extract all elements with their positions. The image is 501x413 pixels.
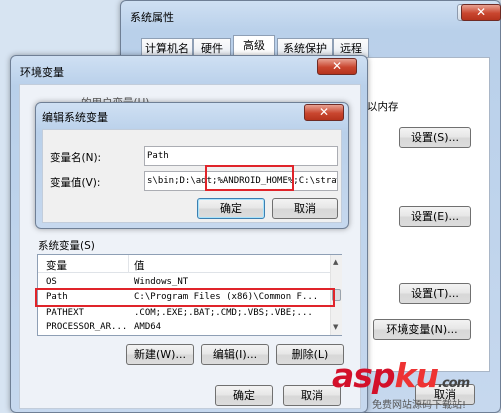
memory-side-text: 以内存 bbox=[367, 101, 399, 113]
list-header: 变量 值 bbox=[38, 255, 330, 273]
new-variable-button[interactable]: 新建(W)... bbox=[126, 344, 194, 365]
edit-dialog-title: 编辑系统变量 bbox=[42, 111, 108, 124]
column-header-variable[interactable]: 变量 bbox=[46, 258, 67, 273]
scroll-up-icon[interactable]: ▲ bbox=[333, 258, 338, 266]
android-home-highlight bbox=[205, 165, 294, 191]
user-profiles-settings-button[interactable]: 设置(E)... bbox=[399, 206, 471, 227]
watermark-brand3: .com bbox=[438, 376, 470, 391]
system-properties-close-button[interactable]: ✕ bbox=[461, 4, 501, 21]
edit-dialog-ok-button[interactable]: 确定 bbox=[197, 198, 265, 219]
environment-variables-close-button[interactable]: ✕ bbox=[317, 58, 357, 75]
performance-settings-button[interactable]: 设置(S)... bbox=[399, 127, 471, 148]
watermark-brand: asp bbox=[332, 356, 396, 395]
table-row[interactable]: PROCESSOR_AR... AMD64 bbox=[38, 320, 330, 334]
startup-settings-button[interactable]: 设置(T)... bbox=[399, 283, 471, 304]
row-variable-value: Windows_NT bbox=[134, 277, 189, 287]
watermark-logo: aspku.com bbox=[332, 356, 470, 395]
column-header-value[interactable]: 值 bbox=[134, 258, 145, 273]
environment-variables-ok-button[interactable]: 确定 bbox=[215, 385, 273, 406]
environment-variables-title: 环境变量 bbox=[20, 66, 64, 79]
edit-system-variable-dialog: 编辑系统变量 ✕ 变量名(N): Path 变量值(V): s\bin;D:\a… bbox=[35, 102, 349, 229]
row-variable-name: PATHEXT bbox=[46, 308, 84, 318]
environment-variables-button[interactable]: 环境变量(N)... bbox=[373, 319, 471, 340]
row-variable-value: AMD64 bbox=[134, 322, 162, 332]
watermark-slogan: 免费网站源码下载站! bbox=[372, 400, 467, 411]
table-row[interactable]: PATHEXT .COM;.EXE;.BAT;.CMD;.VBS;.VBE;..… bbox=[38, 306, 330, 320]
column-divider bbox=[128, 255, 129, 273]
system-variables-group-label: 系统变量(S) bbox=[38, 240, 95, 252]
row-variable-name: PROCESSOR_AR... bbox=[46, 322, 128, 332]
variable-name-label: 变量名(N): bbox=[50, 152, 102, 164]
row-variable-name: OS bbox=[46, 277, 57, 287]
path-row-highlight bbox=[35, 288, 335, 307]
scroll-down-icon[interactable]: ▼ bbox=[333, 323, 338, 331]
watermark-brand2: ku bbox=[394, 356, 439, 395]
value-text-before: s\bin;D:\adt bbox=[147, 176, 213, 186]
row-variable-value: .COM;.EXE;.BAT;.CMD;.VBS;.VBE;... bbox=[134, 308, 313, 318]
value-text-after: C:\strawb bbox=[298, 176, 337, 186]
table-row[interactable]: OS Windows_NT bbox=[38, 275, 330, 289]
variable-value-label: 变量值(V): bbox=[50, 177, 101, 189]
system-properties-title: 系统属性 bbox=[130, 11, 174, 24]
edit-variable-button[interactable]: 编辑(I)... bbox=[201, 344, 269, 365]
edit-dialog-cancel-button[interactable]: 取消 bbox=[272, 198, 338, 219]
variable-name-field[interactable]: Path bbox=[144, 146, 338, 166]
edit-dialog-close-button[interactable]: ✕ bbox=[304, 104, 344, 121]
